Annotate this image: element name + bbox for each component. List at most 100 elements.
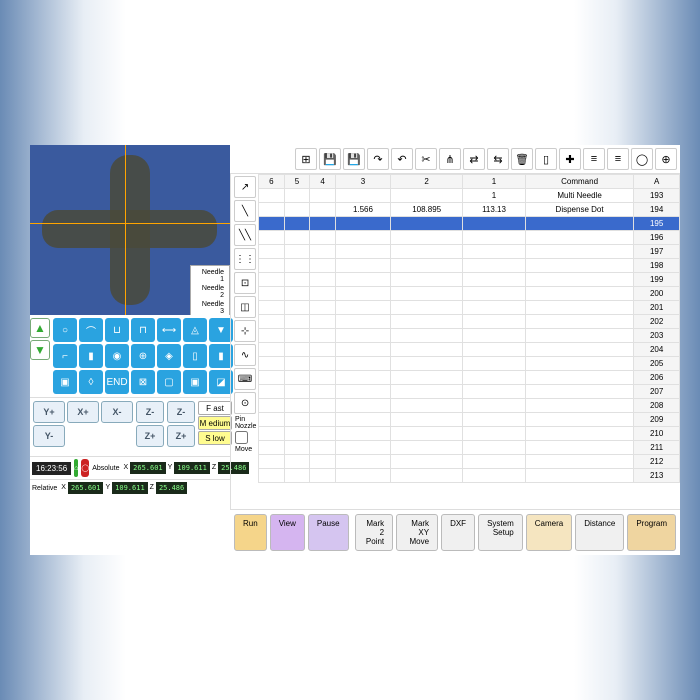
- toolbar-button[interactable]: 💾: [319, 148, 341, 170]
- table-row[interactable]: 193Multi Needle1: [259, 189, 680, 203]
- toolbar-button[interactable]: ✚: [559, 148, 581, 170]
- shape-tool-button[interactable]: ⌐: [53, 344, 77, 368]
- side-tool-button[interactable]: ⋮⋮: [234, 248, 256, 270]
- pause-button[interactable]: Pause: [308, 514, 349, 551]
- coord-y: 109.611: [174, 462, 210, 474]
- table-row[interactable]: 213: [259, 469, 680, 483]
- toolbar-button[interactable]: ≡: [607, 148, 629, 170]
- shape-tool-button[interactable]: ⊔: [105, 318, 129, 342]
- camera-view[interactable]: Needle 1 Needle 2 Needle 3: [30, 145, 230, 315]
- table-row[interactable]: 211: [259, 441, 680, 455]
- needle-select-popup[interactable]: Needle 1 Needle 2 Needle 3: [190, 265, 230, 315]
- side-tool-button[interactable]: ↗: [234, 176, 256, 198]
- table-row[interactable]: 202: [259, 315, 680, 329]
- side-tool-button[interactable]: ╲╲: [234, 224, 256, 246]
- shape-tool-button[interactable]: ▯: [183, 344, 207, 368]
- shape-tool-button[interactable]: ▣: [183, 370, 207, 394]
- toolbar-button[interactable]: ✂: [415, 148, 437, 170]
- jog-z-plus-2[interactable]: Z+: [167, 425, 195, 447]
- toolbar-button[interactable]: ⇆: [487, 148, 509, 170]
- jog-z-plus[interactable]: Z+: [136, 425, 164, 447]
- toolbar-button[interactable]: ◯: [631, 148, 653, 170]
- table-row[interactable]: 199: [259, 273, 680, 287]
- table-row[interactable]: 208: [259, 399, 680, 413]
- toolbar-button[interactable]: ⇄: [463, 148, 485, 170]
- speed-medium[interactable]: M edium: [198, 416, 232, 430]
- jog-x-minus[interactable]: X-: [101, 401, 133, 423]
- side-tool-button[interactable]: ⊡: [234, 272, 256, 294]
- down-arrow-button[interactable]: ▼: [30, 340, 50, 360]
- side-tool-button[interactable]: ⊙: [234, 392, 256, 414]
- shape-tool-button[interactable]: ⊓: [131, 318, 155, 342]
- table-row[interactable]: 212: [259, 455, 680, 469]
- side-tool-button[interactable]: ⊹: [234, 320, 256, 342]
- coord-x: 265.601: [130, 462, 166, 474]
- jog-y-plus[interactable]: Y+: [33, 401, 65, 423]
- shape-tool-button[interactable]: ⌒: [79, 318, 103, 342]
- jog-x-plus[interactable]: X+: [67, 401, 99, 423]
- shape-tool-button[interactable]: ○: [53, 318, 77, 342]
- needle-option[interactable]: Needle 1: [193, 268, 227, 284]
- table-row[interactable]: 200: [259, 287, 680, 301]
- toolbar-button[interactable]: ↶: [391, 148, 413, 170]
- side-tool-button[interactable]: ∿: [234, 344, 256, 366]
- setup-button[interactable]: System Setup: [478, 514, 523, 551]
- shape-tool-button[interactable]: ◬: [183, 318, 207, 342]
- toolbar-button[interactable]: ≡: [583, 148, 605, 170]
- table-row[interactable]: 197: [259, 245, 680, 259]
- distance-button[interactable]: Distance: [575, 514, 624, 551]
- shape-tool-button[interactable]: ▮: [79, 344, 103, 368]
- speed-fast[interactable]: F ast: [198, 401, 232, 415]
- shape-tool-button[interactable]: ▣: [53, 370, 77, 394]
- shape-tool-button[interactable]: ⊕: [131, 344, 155, 368]
- table-row[interactable]: 205: [259, 357, 680, 371]
- speed-slow[interactable]: S low: [198, 431, 232, 445]
- stop-button[interactable]: ◯: [81, 459, 89, 477]
- camera-button[interactable]: Camera: [526, 514, 572, 551]
- table-row[interactable]: 209: [259, 413, 680, 427]
- table-row[interactable]: 210: [259, 427, 680, 441]
- view-button[interactable]: View: [270, 514, 305, 551]
- shape-tool-button[interactable]: ◈: [157, 344, 181, 368]
- program-button[interactable]: Program: [627, 514, 676, 551]
- table-row[interactable]: 203: [259, 329, 680, 343]
- shape-tool-button[interactable]: ◉: [105, 344, 129, 368]
- side-tool-button[interactable]: ⌨: [234, 368, 256, 390]
- jog-z-minus[interactable]: Z-: [136, 401, 164, 423]
- up-arrow-button[interactable]: ▲: [30, 318, 50, 338]
- table-row[interactable]: 201: [259, 301, 680, 315]
- table-row[interactable]: 196: [259, 231, 680, 245]
- jog-z-minus-2[interactable]: Z-: [167, 401, 195, 423]
- shape-tool-button[interactable]: ⟷: [157, 318, 181, 342]
- table-row[interactable]: 206: [259, 371, 680, 385]
- right-side-toolbar: ↗╲╲╲⋮⋮⊡◫⊹∿⌨⊙: [230, 174, 258, 509]
- mark-xy-button[interactable]: Mark XY Move: [396, 514, 438, 551]
- mark-2pt-button[interactable]: Mark 2 Point: [355, 514, 394, 551]
- table-row[interactable]: 195: [259, 217, 680, 231]
- jog-y-minus[interactable]: Y-: [33, 425, 65, 447]
- side-tool-button[interactable]: ◫: [234, 296, 256, 318]
- side-tool-button[interactable]: ╲: [234, 200, 256, 222]
- run-button[interactable]: Run: [234, 514, 267, 551]
- toolbar-button[interactable]: ↷: [367, 148, 389, 170]
- toolbar-button[interactable]: ⋔: [439, 148, 461, 170]
- needle-option[interactable]: Needle 3: [193, 300, 227, 315]
- toolbar-button[interactable]: ▯: [535, 148, 557, 170]
- needle-option[interactable]: Needle 2: [193, 284, 227, 300]
- shape-tool-button[interactable]: ◊: [79, 370, 103, 394]
- toolbar-button[interactable]: ⊞: [295, 148, 317, 170]
- program-table[interactable]: A Command 1 2 3 4 5 6 193Multi Needle119…: [258, 174, 680, 509]
- table-row[interactable]: 207: [259, 385, 680, 399]
- table-row[interactable]: 198: [259, 259, 680, 273]
- dxf-button[interactable]: DXF: [441, 514, 475, 551]
- table-row[interactable]: 204: [259, 343, 680, 357]
- home-button[interactable]: ⌂: [74, 459, 78, 477]
- toolbar-button[interactable]: ⊕: [655, 148, 677, 170]
- crosshair-v: [125, 145, 126, 315]
- shape-tool-button[interactable]: ⊠: [131, 370, 155, 394]
- shape-tool-button[interactable]: ▢: [157, 370, 181, 394]
- shape-tool-button[interactable]: END: [105, 370, 129, 394]
- toolbar-button[interactable]: 🗑: [511, 148, 533, 170]
- toolbar-button[interactable]: 💾: [343, 148, 365, 170]
- table-row[interactable]: 194Dispense Dot113.13108.8951.566: [259, 203, 680, 217]
